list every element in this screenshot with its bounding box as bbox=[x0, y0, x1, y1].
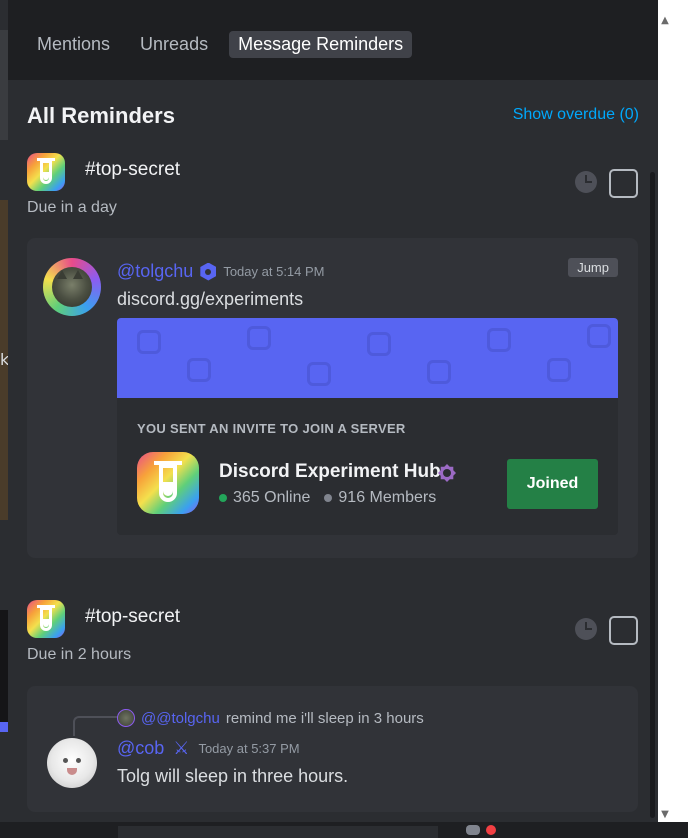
background-block bbox=[0, 30, 8, 140]
online-dot-icon bbox=[219, 494, 227, 502]
reply-avatar bbox=[117, 709, 135, 727]
reminder-message-card: @@tolgchu remind me i'll sleep in 3 hour… bbox=[27, 686, 638, 812]
hub-badge-icon bbox=[438, 464, 456, 482]
reminder-message-card: Jump @tolgchu Today at 5:14 PM discord.g… bbox=[27, 238, 638, 558]
message-author[interactable]: @tolgchu bbox=[117, 261, 193, 282]
scroll-down-arrow-icon[interactable]: ▼ bbox=[658, 808, 672, 822]
background-block bbox=[0, 722, 8, 732]
reply-author[interactable]: @@tolgchu bbox=[141, 710, 220, 727]
background-block bbox=[0, 610, 8, 730]
invite-label: YOU SENT AN INVITE TO JOIN A SERVER bbox=[137, 421, 406, 436]
server-name[interactable]: Discord Experiment Hub bbox=[219, 461, 441, 483]
reminder-due: Due in 2 hours bbox=[27, 646, 132, 663]
background-avatar bbox=[466, 825, 480, 835]
avatar[interactable] bbox=[43, 258, 101, 316]
clock-icon[interactable] bbox=[575, 618, 597, 640]
scrollbar-gutter[interactable]: ▲ ▼ bbox=[658, 0, 688, 838]
tab-unreads[interactable]: Unreads bbox=[131, 31, 217, 58]
reminder-done-checkbox[interactable] bbox=[609, 616, 638, 645]
tab-bar: Mentions Unreads Message Reminders bbox=[28, 31, 413, 58]
background-sidebar: k bbox=[0, 0, 9, 838]
server-invite-embed: YOU SENT AN INVITE TO JOIN A SERVER Disc… bbox=[117, 318, 618, 535]
background-status-dot bbox=[486, 825, 496, 835]
reminder-due: Due in a day bbox=[27, 199, 117, 216]
reply-connector bbox=[73, 716, 119, 736]
reminder-header: #top-secret Due in a day bbox=[27, 153, 639, 223]
clock-icon[interactable] bbox=[575, 171, 597, 193]
reminder-done-checkbox[interactable] bbox=[609, 169, 638, 198]
reminder-header: #top-secret Due in 2 hours bbox=[27, 600, 639, 670]
reminders-title-row: All Reminders Show overdue (0) bbox=[27, 103, 639, 133]
message-content[interactable]: discord.gg/experiments bbox=[117, 289, 303, 310]
show-overdue-link[interactable]: Show overdue (0) bbox=[513, 106, 639, 124]
background-footer bbox=[0, 822, 688, 838]
reply-text[interactable]: remind me i'll sleep in 3 hours bbox=[226, 710, 424, 727]
message-timestamp[interactable]: Today at 5:37 PM bbox=[198, 741, 299, 756]
crossed-swords-icon[interactable]: ⚔ bbox=[173, 738, 189, 759]
message-author-line: @tolgchu Today at 5:14 PM bbox=[117, 261, 325, 282]
rainbow-flask-icon bbox=[27, 600, 65, 638]
invite-banner bbox=[117, 318, 618, 398]
rainbow-flask-icon bbox=[27, 153, 65, 191]
joined-button[interactable]: Joined bbox=[507, 459, 598, 509]
message-author[interactable]: @cob bbox=[117, 738, 164, 759]
popout-scrollbar[interactable] bbox=[650, 172, 655, 818]
popout-header: Mentions Unreads Message Reminders bbox=[8, 10, 658, 80]
online-count-text: 365 Online bbox=[233, 489, 311, 506]
background-block bbox=[118, 826, 438, 838]
inbox-popout: Mentions Unreads Message Reminders All R… bbox=[8, 10, 658, 822]
message-content[interactable]: Tolg will sleep in three hours. bbox=[117, 766, 348, 787]
server-icon[interactable] bbox=[137, 452, 199, 514]
tab-mentions[interactable]: Mentions bbox=[28, 31, 119, 58]
scroll-up-arrow-icon[interactable]: ▲ bbox=[658, 14, 672, 28]
message-timestamp[interactable]: Today at 5:14 PM bbox=[223, 264, 324, 279]
jump-button[interactable]: Jump bbox=[568, 258, 618, 277]
members-dot-icon bbox=[324, 494, 333, 502]
shield-badge-icon[interactable] bbox=[200, 262, 217, 281]
reminder-channel[interactable]: #top-secret bbox=[85, 606, 180, 628]
server-stats: 365 Online 916 Members bbox=[219, 489, 436, 507]
online-count: 365 Online bbox=[219, 489, 310, 507]
message-author-line: @cob ⚔ Today at 5:37 PM bbox=[117, 738, 300, 759]
member-count: 916 Members bbox=[324, 489, 436, 507]
member-count-text: 916 Members bbox=[338, 489, 437, 506]
reply-reference[interactable]: @@tolgchu remind me i'll sleep in 3 hour… bbox=[117, 709, 424, 727]
reminder-channel[interactable]: #top-secret bbox=[85, 159, 180, 181]
tab-message-reminders[interactable]: Message Reminders bbox=[229, 31, 413, 58]
avatar[interactable] bbox=[47, 738, 97, 788]
